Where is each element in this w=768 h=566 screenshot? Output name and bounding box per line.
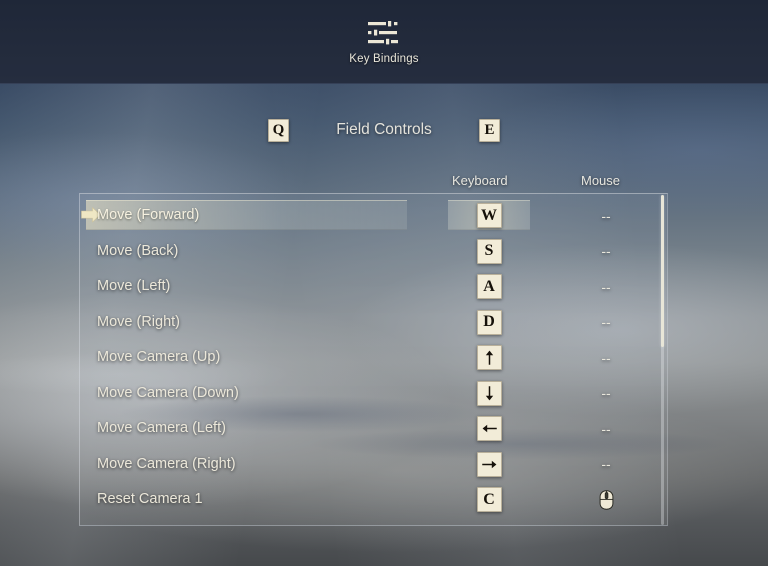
mouse-binding-empty: -- [601,207,611,224]
prev-section-key[interactable]: Q [268,118,289,142]
mouse-binding-cell[interactable]: -- [580,234,632,270]
keyboard-binding-cell[interactable]: S [463,234,515,270]
section-header: Q Field Controls E [0,114,768,146]
arrow-down-key-icon[interactable] [476,380,502,406]
row-action-label: Move (Right) [97,313,180,330]
mouse-binding-cell[interactable]: -- [580,376,632,412]
mouse-binding-empty: -- [601,349,611,366]
keyboard-binding-cell[interactable]: C [463,482,515,518]
keyboard-keycap[interactable]: W [476,203,502,229]
key-binding-row[interactable]: Move (Right) D -- [80,305,667,341]
key-binding-row[interactable]: Reset Camera 1 C [80,482,667,518]
key-binding-row[interactable]: Move Camera (Right) -- [80,447,667,483]
mouse-binding-empty: -- [601,456,611,473]
keyboard-keycap[interactable]: S [476,238,502,264]
keyboard-binding-cell[interactable] [463,376,515,412]
keyboard-keycap[interactable]: C [476,487,502,513]
mouse-binding-cell[interactable]: -- [580,340,632,376]
next-section-key[interactable]: E [479,118,500,142]
key-bindings-list: Move (Forward) W -- Move (Back) S -- Move (Lef… [80,198,667,518]
key-binding-row[interactable]: Move (Back) S -- [80,234,667,270]
topbar-title: Key Bindings [349,53,419,65]
scrollbar-track[interactable] [661,195,664,525]
row-action-label: Move Camera (Up) [97,349,221,365]
mouse-binding-cell[interactable]: -- [580,447,632,483]
mouse-binding-empty: -- [601,385,611,402]
row-action-label: Move (Left) [97,278,171,294]
column-headers: Keyboard Mouse [0,173,768,191]
mouse-binding-cell[interactable] [580,482,632,518]
keyboard-binding-cell[interactable] [463,447,515,483]
mouse-binding-empty: -- [601,278,611,295]
keyboard-binding-cell[interactable] [463,411,515,447]
key-bindings-panel: Move (Forward) W -- Move (Back) S -- Move (Lef… [79,193,668,526]
row-action-label: Move (Back) [97,242,179,259]
column-header-keyboard: Keyboard [452,173,508,188]
keyboard-binding-cell[interactable]: W [463,198,515,234]
column-header-mouse: Mouse [581,173,621,188]
key-binding-row[interactable]: Move Camera (Left) -- [80,411,667,447]
sliders-icon [366,19,402,47]
keyboard-keycap[interactable]: D [476,309,502,335]
mouse-binding-empty: -- [601,314,611,331]
keyboard-binding-cell[interactable]: D [463,305,515,341]
mouse-binding-cell[interactable]: -- [580,305,632,341]
keyboard-keycap[interactable]: A [476,274,502,300]
row-action-label: Reset Camera 1 [97,491,203,507]
row-action-label: Move (Forward) [97,207,200,223]
top-bar: Key Bindings [0,0,768,84]
row-action-label: Move Camera (Down) [97,384,239,401]
row-action-label: Move Camera (Left) [97,420,226,436]
mouse-binding-empty: -- [601,420,611,437]
row-action-label: Move Camera (Right) [97,455,236,472]
mouse-binding-cell[interactable]: -- [580,198,632,234]
key-binding-row[interactable]: Move (Left) A -- [80,269,667,305]
key-binding-row[interactable]: Move Camera (Down) -- [80,376,667,412]
arrow-up-key-icon[interactable] [476,345,502,371]
mouse-binding-empty: -- [601,243,611,260]
key-binding-row[interactable]: Move (Forward) W -- [80,198,667,234]
keyboard-binding-cell[interactable]: A [463,269,515,305]
arrow-right-key-icon[interactable] [476,451,502,477]
arrow-left-key-icon[interactable] [476,416,502,442]
section-title: Field Controls [336,121,432,138]
mouse-binding-cell[interactable]: -- [580,411,632,447]
mouse-binding-cell[interactable]: -- [580,269,632,305]
scrollbar-thumb[interactable] [661,195,664,347]
game-options-screen: Key Bindings Q Field Controls E Keyboard… [0,0,768,566]
keyboard-binding-cell[interactable] [463,340,515,376]
mouse-icon[interactable] [599,490,614,510]
key-binding-row[interactable]: Move Camera (Up) -- [80,340,667,376]
